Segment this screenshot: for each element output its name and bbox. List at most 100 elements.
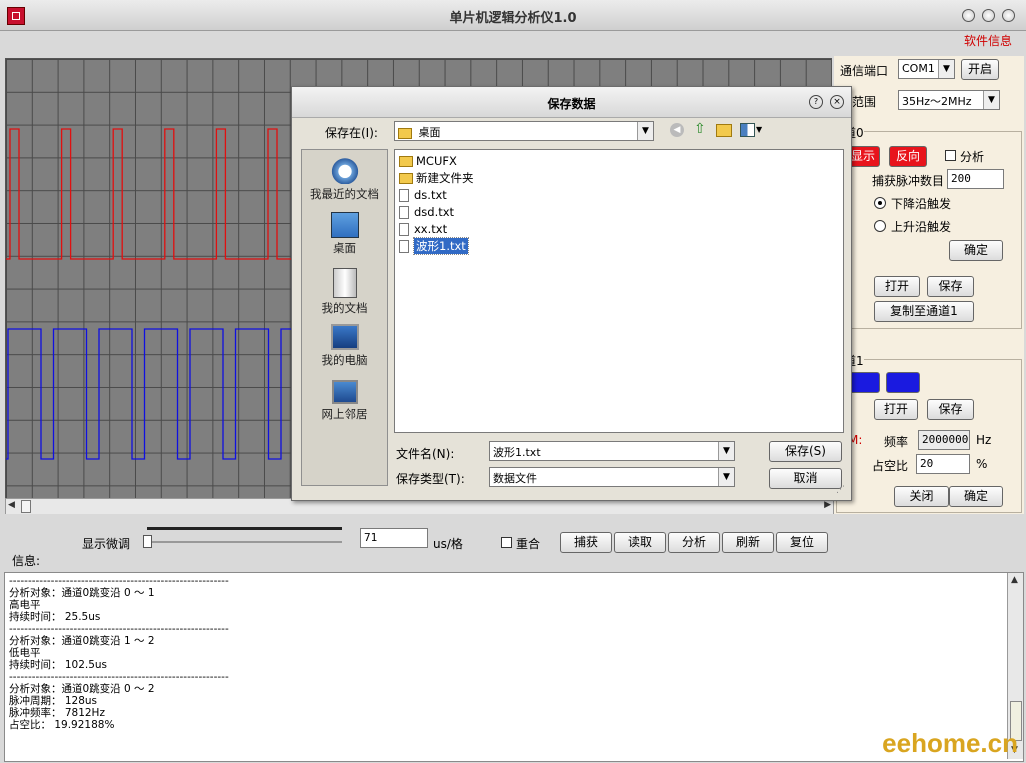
refresh-button[interactable]: 刷新 (722, 532, 774, 553)
read-button[interactable]: 读取 (614, 532, 666, 553)
my-computer-icon (330, 324, 359, 350)
scale-unit: us/格 (433, 537, 463, 551)
ch1-invert-button[interactable] (886, 372, 920, 393)
port-label: 通信端口 (840, 64, 889, 78)
place-desktop[interactable]: 桌面 (302, 212, 387, 256)
filename-value: 波形1.txt (493, 446, 541, 459)
open-port-button[interactable]: 开启 (961, 59, 999, 80)
pwm-freq-field[interactable]: 2000000 (918, 430, 970, 450)
folder-icon (399, 155, 413, 167)
network-icon (331, 380, 358, 404)
dialog-save-button[interactable]: 保存(S) (769, 441, 842, 462)
place-my-documents[interactable]: 我的文档 (302, 268, 387, 316)
up-folder-icon[interactable]: ⇧ (694, 121, 706, 137)
file-list-item[interactable]: MCUFX (399, 153, 457, 169)
file-list[interactable]: MCUFX 新建文件夹 ds.txt dsd.txt xx.txt 波形1.txt (394, 149, 844, 433)
close-button[interactable] (1002, 9, 1015, 22)
file-list-item[interactable]: 新建文件夹 (399, 170, 474, 186)
info-line: 低电平 (9, 647, 41, 659)
desktop-icon (330, 212, 359, 238)
port-value: COM1 (902, 62, 935, 75)
dialog-cancel-button[interactable]: 取消 (769, 468, 842, 489)
new-folder-icon[interactable] (716, 124, 732, 137)
info-line: 持续时间： 25.5us (9, 611, 101, 623)
overlap-checkbox[interactable] (501, 537, 512, 548)
slider-track[interactable] (147, 541, 342, 543)
rising-edge-label: 上升沿触发 (891, 220, 952, 234)
scale-field[interactable]: 71 (360, 528, 428, 548)
pwm-confirm-button[interactable]: 确定 (949, 486, 1003, 507)
scroll-thumb[interactable] (21, 500, 31, 513)
bottom-controls (0, 514, 1026, 566)
ch0-open-button[interactable]: 打开 (874, 276, 920, 297)
save-dialog: 保存数据 ? × 保存在(I): 桌面 ▼ ◀ ⇧ ▼ 我最近的文档 桌面 我的… (291, 86, 852, 501)
copy-to-ch1-button[interactable]: 复制至通道1 (874, 301, 974, 322)
file-list-item[interactable]: 波形1.txt (399, 237, 469, 255)
watermark-logo: eehome.cn (882, 728, 1018, 758)
save-in-select[interactable]: 桌面 ▼ (394, 121, 654, 141)
capture-button[interactable]: 捕获 (560, 532, 612, 553)
file-list-item[interactable]: xx.txt (399, 221, 447, 237)
info-line: 持续时间： 102.5us (9, 659, 108, 671)
file-name: dsd.txt (414, 205, 455, 219)
text-file-icon (399, 188, 409, 202)
places-bar: 我最近的文档 桌面 我的文档 我的电脑 网上邻居 (301, 149, 388, 486)
ch0-save-button[interactable]: 保存 (927, 276, 974, 297)
chevron-down-icon: ▼ (718, 468, 734, 486)
ch0-invert-button[interactable]: 反向 (889, 146, 927, 167)
info-line: ----------------------------------------… (9, 623, 229, 635)
port-select[interactable]: COM1 ▼ (898, 59, 955, 79)
software-info-menu[interactable]: 软件信息 (964, 32, 1012, 49)
folder-icon (399, 172, 413, 184)
falling-edge-radio[interactable] (874, 197, 886, 209)
rising-edge-radio[interactable] (874, 220, 886, 232)
filetype-select[interactable]: 数据文件 ▼ (489, 467, 735, 487)
info-log[interactable]: ----------------------------------------… (4, 572, 1024, 762)
pwm-freq-label: 频率 (884, 435, 909, 449)
freq-range-value: 35Hz～2MHz (902, 95, 972, 108)
pwm-close-button[interactable]: 关闭 (894, 486, 949, 507)
scroll-left-icon[interactable]: ◀ (8, 500, 15, 510)
place-label: 我的文档 (321, 301, 368, 315)
chevron-down-icon[interactable]: ▼ (756, 125, 762, 134)
dialog-close-icon[interactable]: × (830, 95, 844, 109)
place-label: 网上邻居 (321, 407, 368, 421)
maximize-button[interactable] (982, 9, 995, 22)
view-menu-icon[interactable] (740, 123, 755, 137)
place-recent[interactable]: 我最近的文档 (302, 156, 387, 202)
file-list-item[interactable]: ds.txt (399, 187, 447, 203)
dialog-title: 保存数据 (547, 97, 596, 111)
info-label: 信息: (12, 554, 41, 568)
scroll-up-icon[interactable]: ▲ (1011, 575, 1018, 585)
ch1-open-button[interactable]: 打开 (874, 399, 918, 420)
place-label: 我的电脑 (321, 353, 368, 367)
filetype-label: 保存类型(T): (396, 472, 465, 486)
capture-count-field[interactable]: 200 (947, 169, 1004, 189)
file-name: ds.txt (414, 188, 447, 202)
back-icon[interactable]: ◀ (670, 123, 684, 137)
place-network[interactable]: 网上邻居 (302, 380, 387, 422)
ch1-save-button[interactable]: 保存 (927, 399, 974, 420)
help-icon[interactable]: ? (809, 95, 823, 109)
freq-range-select[interactable]: 35Hz～2MHz ▼ (898, 90, 1000, 110)
filename-input[interactable]: 波形1.txt ▼ (489, 441, 735, 461)
minimize-button[interactable] (962, 9, 975, 22)
slider-thumb[interactable] (143, 535, 152, 548)
my-documents-icon (332, 268, 357, 298)
falling-edge-label: 下降沿触发 (891, 197, 952, 211)
reset-button[interactable]: 复位 (776, 532, 828, 553)
place-label: 我最近的文档 (310, 187, 379, 201)
info-line: 分析对象：通道0跳变沿 0 ～ 1 (9, 587, 155, 599)
ch0-confirm-button[interactable]: 确定 (949, 240, 1003, 261)
duty-unit: % (976, 457, 988, 471)
place-my-computer[interactable]: 我的电脑 (302, 324, 387, 368)
file-list-item[interactable]: dsd.txt (399, 204, 454, 220)
info-lines: ----------------------------------------… (9, 575, 229, 731)
ch0-analyze-checkbox[interactable] (945, 150, 956, 161)
duty-field[interactable]: 20 (916, 454, 970, 474)
resize-grip-icon[interactable]: ⋰ (836, 485, 845, 495)
overlap-label: 重合 (516, 537, 541, 551)
scroll-right-icon[interactable]: ▶ (824, 500, 831, 510)
analyze-button[interactable]: 分析 (668, 532, 720, 553)
save-in-value: 桌面 (418, 126, 441, 139)
